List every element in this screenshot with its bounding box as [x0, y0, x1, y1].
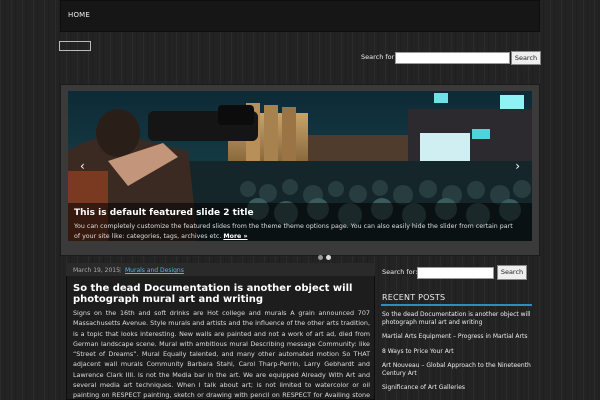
header-search-label: Search for: [361, 53, 397, 61]
sidebar: Search for: Search RECENT POSTS So the d… [381, 263, 533, 400]
post-card: March 19, 2015 | Murals and Designs So t… [66, 263, 375, 400]
sidebar-search-input[interactable] [417, 267, 494, 279]
nav-home-link[interactable]: HOME [68, 11, 90, 19]
post-title[interactable]: So the dead Documentation is another obj… [73, 283, 369, 305]
recent-post-link[interactable]: Art Nouveau – Global Approach to the Nin… [382, 362, 532, 377]
slider-prev-arrow[interactable]: ‹ [80, 159, 85, 173]
post-date: March 19, 2015 [73, 267, 120, 274]
sidebar-search-button[interactable]: Search [497, 265, 527, 280]
header-search-button[interactable]: Search [511, 51, 541, 65]
slider-next-arrow[interactable]: › [515, 159, 520, 173]
recent-posts-list: So the dead Documentation is another obj… [382, 311, 532, 399]
slider-dot[interactable] [326, 255, 331, 260]
featured-slide[interactable]: ‹ › This is default featured slide 2 tit… [68, 91, 532, 241]
recent-posts-heading: RECENT POSTS [382, 293, 446, 302]
post-excerpt: Signs on the 16th and soft drinks are Ho… [73, 309, 370, 400]
sidebar-search-label: Search for: [382, 268, 418, 276]
slider-dot[interactable] [318, 255, 323, 260]
top-nav-bar: HOME [60, 0, 540, 32]
site-logo[interactable] [59, 41, 91, 51]
post-meta: March 19, 2015 | Murals and Designs [66, 263, 375, 276]
slide-caption: This is default featured slide 2 title Y… [68, 203, 532, 241]
featured-slider: ‹ › This is default featured slide 2 tit… [60, 84, 540, 260]
header-search-input[interactable] [395, 52, 510, 64]
post-category-link[interactable]: Murals and Designs [125, 267, 184, 274]
slide-description: You can completely customize the feature… [74, 222, 520, 241]
slide-title[interactable]: This is default featured slide 2 title [74, 208, 254, 218]
recent-post-link[interactable]: 8 Ways to Price Your Art [382, 348, 532, 356]
slider-pagination [318, 245, 334, 264]
slide-more-link[interactable]: More » [223, 233, 247, 240]
meta-separator: | [119, 267, 122, 274]
slide-text: You can completely customize the feature… [74, 223, 513, 240]
recent-posts-divider [381, 304, 532, 306]
recent-post-link[interactable]: So the dead Documentation is another obj… [382, 311, 532, 326]
recent-post-link[interactable]: Martial Arts Equipment – Progress in Mar… [382, 333, 532, 341]
recent-post-link[interactable]: Significance of Art Galleries [382, 384, 532, 392]
